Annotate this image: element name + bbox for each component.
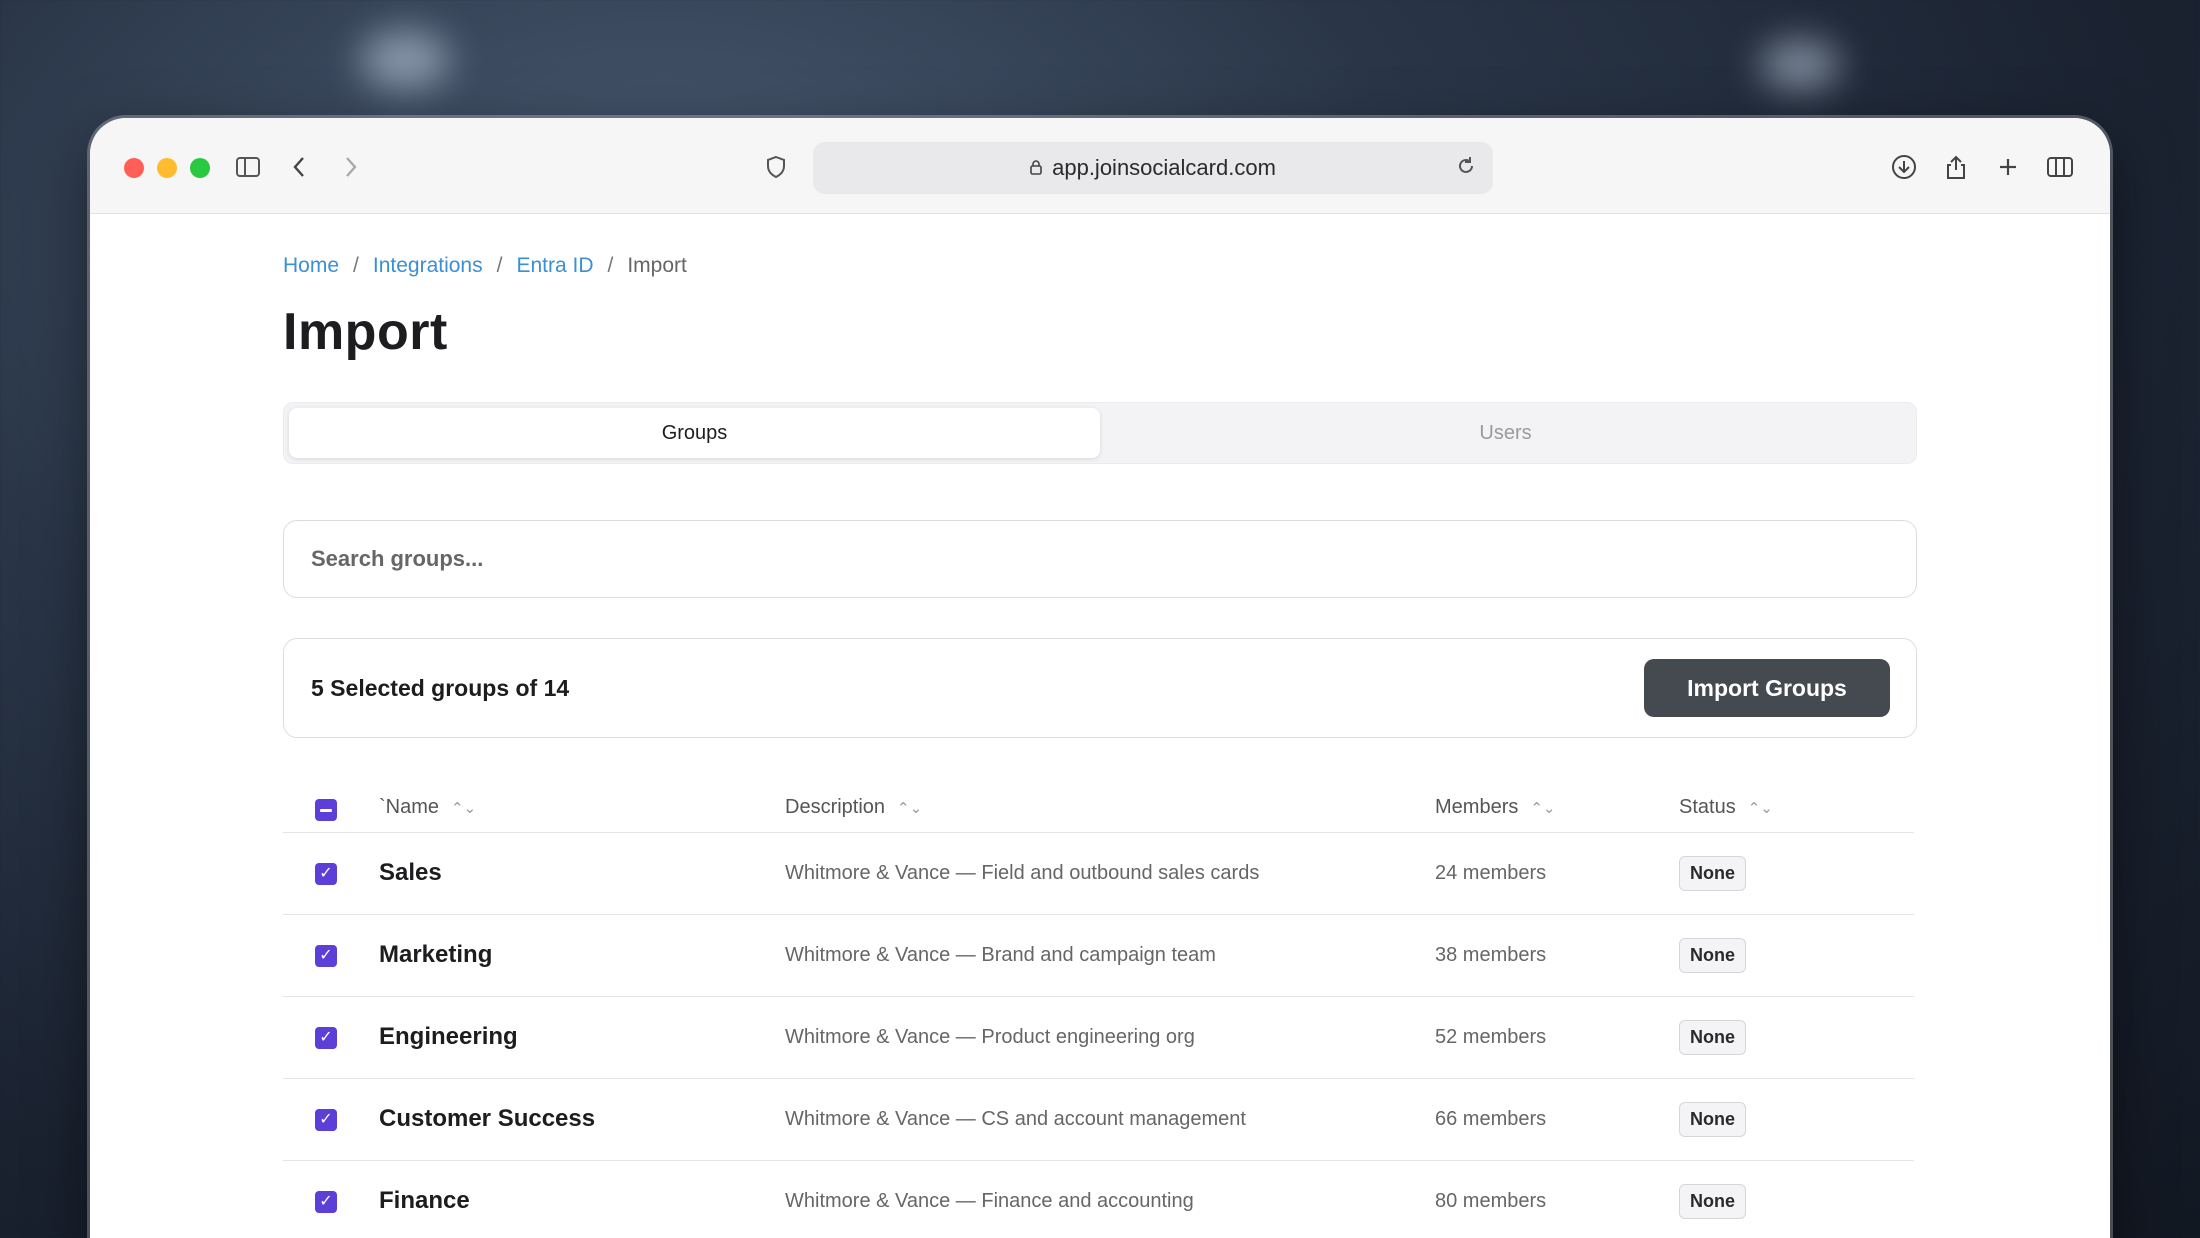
group-status-cell: None [1679,914,1914,997]
search-box [283,520,1917,598]
group-members: 38 members [1435,914,1679,997]
main-content: Home / Integrations / Entra ID / Import … [283,214,1917,1238]
group-status-cell: None [1679,1078,1914,1161]
download-icon[interactable] [1889,152,1919,182]
header-members-label: Members [1435,796,1519,819]
tab-list: Groups Users [283,402,1917,464]
status-badge: None [1679,1183,1746,1219]
group-name: Engineering [379,996,785,1079]
window-controls [124,158,210,178]
header-status[interactable]: Status ⌃⌄ [1679,784,1914,833]
breadcrumb-separator: / [607,254,614,277]
sidebar-toggle-icon[interactable] [233,152,263,182]
sort-icon[interactable]: ⌃⌄ [1530,799,1555,817]
header-checkbox-cell [283,784,379,833]
row-checkbox[interactable]: ✓ [315,1027,337,1049]
group-description: Whitmore & Vance — Product engineering o… [785,996,1435,1079]
table-header-row: `Name ⌃⌄ Description ⌃⌄ Members ⌃⌄ Status ⌃⌄ [283,784,1914,833]
group-name: Sales [379,832,785,915]
url-text: app.joinsocialcard.com [1052,155,1276,180]
row-checkbox-cell: ✓ [283,832,379,915]
new-tab-icon[interactable] [1993,152,2023,182]
table-row[interactable]: ✓ Customer Success Whitmore & Vance — CS… [283,1078,1914,1161]
status-badge: None [1679,1019,1746,1055]
group-name: Finance [379,1160,785,1238]
selection-summary: 5 Selected groups of 14 [311,674,570,701]
close-window-button[interactable] [124,158,144,178]
breadcrumb-home[interactable]: Home [283,254,339,278]
table-row[interactable]: ✓ Sales Whitmore & Vance — Field and out… [283,832,1914,915]
tab-users[interactable]: Users [1100,408,1911,458]
row-checkbox[interactable]: ✓ [315,1191,337,1213]
header-status-label: Status [1679,796,1736,819]
search-input[interactable] [311,546,1916,572]
group-description: Whitmore & Vance — CS and account manage… [785,1078,1435,1161]
breadcrumb-separator: / [496,254,503,277]
background-light [360,30,450,90]
sort-icon[interactable]: ⌃⌄ [1748,799,1773,817]
breadcrumb-current: Import [627,254,687,277]
group-name: Customer Success [379,1078,785,1161]
breadcrumb: Home / Integrations / Entra ID / Import [283,254,1917,278]
tab-overview-icon[interactable] [2045,152,2075,182]
header-name-label: `Name [379,796,440,819]
forward-icon[interactable] [336,152,366,182]
background-light [1760,40,1840,90]
back-icon[interactable] [284,152,314,182]
minimize-window-button[interactable] [157,158,177,178]
table-row[interactable]: ✓ Engineering Whitmore & Vance — Product… [283,996,1914,1079]
header-description-label: Description [785,796,886,819]
group-description: Whitmore & Vance — Finance and accountin… [785,1160,1435,1238]
group-members: 24 members [1435,832,1679,915]
sort-icon[interactable]: ⌃⌄ [897,799,922,817]
table-row[interactable]: ✓ Marketing Whitmore & Vance — Brand and… [283,914,1914,997]
status-badge: None [1679,855,1746,891]
tab-groups[interactable]: Groups [289,408,1100,458]
breadcrumb-entra-id[interactable]: Entra ID [516,254,593,278]
header-description[interactable]: Description ⌃⌄ [785,784,1435,833]
row-checkbox[interactable]: ✓ [315,863,337,885]
row-checkbox-cell: ✓ [283,914,379,997]
group-members: 52 members [1435,996,1679,1079]
row-checkbox-cell: ✓ [283,1160,379,1238]
group-status-cell: None [1679,1160,1914,1238]
status-badge: None [1679,937,1746,973]
table-row[interactable]: ✓ Finance Whitmore & Vance — Finance and… [283,1160,1914,1238]
status-badge: None [1679,1101,1746,1137]
share-icon[interactable] [1941,152,1971,182]
row-checkbox-cell: ✓ [283,1078,379,1161]
group-status-cell: None [1679,996,1914,1079]
browser-window: app.joinsocialcard.com Home / Integratio… [90,118,2110,1238]
header-members[interactable]: Members ⌃⌄ [1435,784,1679,833]
group-description: Whitmore & Vance — Field and outbound sa… [785,832,1435,915]
group-name: Marketing [379,914,785,997]
row-checkbox-cell: ✓ [283,996,379,1079]
sort-icon[interactable]: ⌃⌄ [451,799,476,817]
row-checkbox[interactable]: ✓ [315,1109,337,1131]
zoom-window-button[interactable] [190,158,210,178]
breadcrumb-separator: / [353,254,359,277]
group-status-cell: None [1679,832,1914,915]
groups-table: `Name ⌃⌄ Description ⌃⌄ Members ⌃⌄ Status ⌃⌄… [283,784,1914,1238]
row-checkbox[interactable]: ✓ [315,945,337,967]
browser-toolbar: app.joinsocialcard.com [90,118,2110,214]
reload-icon[interactable] [1455,155,1477,183]
address-bar[interactable]: app.joinsocialcard.com [813,142,1493,194]
breadcrumb-integrations[interactable]: Integrations [373,254,483,278]
lock-icon [1030,155,1042,181]
group-members: 66 members [1435,1078,1679,1161]
group-description: Whitmore & Vance — Brand and campaign te… [785,914,1435,997]
select-all-checkbox[interactable] [315,799,337,821]
page-title: Import [283,303,448,361]
shield-icon[interactable] [761,152,791,182]
group-members: 80 members [1435,1160,1679,1238]
selection-bar: 5 Selected groups of 14 Import Groups [283,638,1917,738]
header-name[interactable]: `Name ⌃⌄ [379,784,785,833]
import-groups-button[interactable]: Import Groups [1644,659,1890,717]
